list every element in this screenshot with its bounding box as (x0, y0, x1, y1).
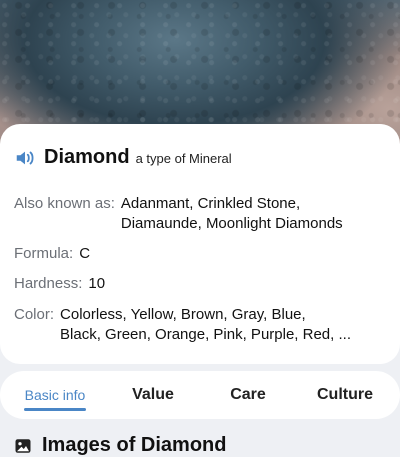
color-label: Color: (14, 306, 55, 323)
mineral-type: a type of Mineral (135, 151, 232, 166)
speaker-icon[interactable] (14, 147, 36, 169)
formula-label: Formula: (14, 245, 74, 262)
tab-bar: Basic info Value Care Culture (0, 371, 400, 419)
color-value: Colorless, Yellow, Brown, Gray, Blue, Bl… (60, 305, 351, 345)
tab-basic-info[interactable]: Basic info (14, 371, 96, 419)
formula-value: C (79, 245, 91, 262)
color-row: Color: Colorless, Yellow, Brown, Gray, B… (14, 305, 351, 345)
mineral-name: Diamond (44, 146, 130, 168)
images-section-header: Images of Diamond (14, 434, 226, 457)
tab-value[interactable]: Value (112, 371, 194, 419)
image-gallery-icon (15, 438, 31, 453)
also-known-as-line-1: Adanmant, Crinkled Stone, (120, 195, 301, 212)
title-row: Diamond a type of Mineral (14, 146, 232, 169)
images-section-title: Images of Diamond (42, 434, 227, 456)
color-line-2: Black, Green, Orange, Pink, Purple, Red,… (60, 326, 351, 343)
formula-row: Formula: C (14, 244, 90, 264)
color-line-1: Colorless, Yellow, Brown, Gray, Blue, (60, 306, 306, 323)
tab-culture[interactable]: Culture (300, 371, 390, 419)
also-known-as-row: Also known as: Adanmant, Crinkled Stone,… (14, 194, 343, 234)
also-known-as-line-2: Diamaunde, Moonlight Diamonds (120, 215, 343, 232)
mineral-info-card: Diamond a type of Mineral Also known as:… (0, 124, 400, 364)
hardness-row: Hardness: 10 (14, 274, 105, 294)
tab-care[interactable]: Care (208, 371, 288, 419)
also-known-as-label: Also known as: (14, 195, 115, 212)
also-known-as-value: Adanmant, Crinkled Stone, Diamaunde, Moo… (121, 194, 343, 234)
hardness-label: Hardness: (14, 275, 83, 292)
hardness-value: 10 (88, 275, 106, 292)
